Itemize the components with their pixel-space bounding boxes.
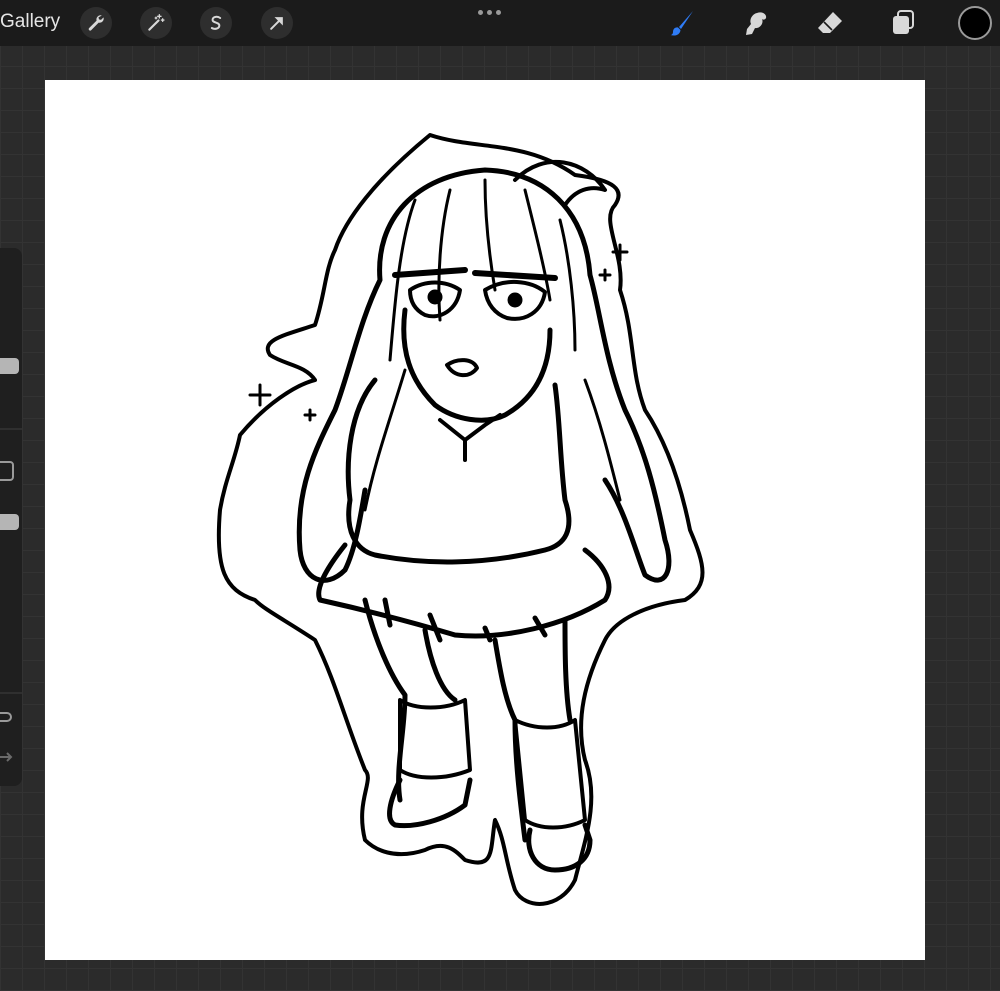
redo-arrow-icon[interactable] [0,751,14,763]
selection-s-icon[interactable] [200,7,232,39]
brush-icon[interactable] [666,6,700,40]
more-dots-icon[interactable] [478,9,502,17]
layers-icon[interactable] [886,6,920,40]
brush-size-slider[interactable] [0,358,19,374]
leg-warmers [398,698,587,830]
mouth [445,358,479,378]
drawing-canvas[interactable] [45,80,925,960]
top-toolbar: Gallery [0,0,1000,46]
lashes [392,267,558,281]
left-pupil [427,289,443,305]
color-swatch[interactable] [958,6,992,40]
gallery-button[interactable]: Gallery [0,11,60,33]
opacity-slider[interactable] [0,514,19,530]
sticker-outline [216,133,705,906]
right-pupil [507,292,523,308]
line-art-sketch [216,133,705,906]
eraser-icon[interactable] [813,6,847,40]
smudge-icon[interactable] [740,6,774,40]
sidebar-divider [0,428,22,430]
sidebar-divider [0,692,22,694]
arrow-cursor-icon[interactable] [261,7,293,39]
torso [345,377,572,565]
modify-button[interactable] [0,461,14,481]
right-leg [492,617,573,843]
wrench-icon[interactable] [80,7,112,39]
magic-wand-icon[interactable] [140,7,172,39]
left-sidebar [0,248,22,786]
undo-arrow-icon[interactable] [0,710,14,724]
